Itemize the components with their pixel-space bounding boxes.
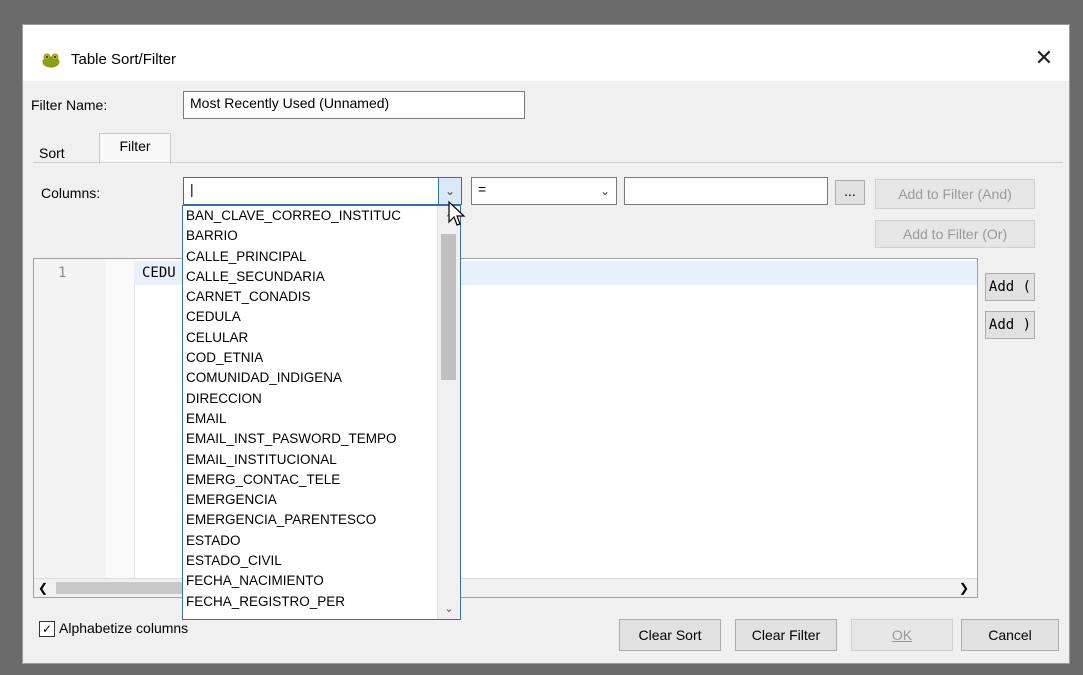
dropdown-option[interactable]: CALLE_SECUNDARIA — [183, 267, 432, 287]
dropdown-option[interactable]: COD_ETNIA — [183, 348, 432, 368]
dropdown-option[interactable]: CALLE_PRINCIPAL — [183, 247, 432, 267]
columns-combo-value: | — [190, 181, 194, 197]
columns-label: Columns: — [41, 185, 101, 201]
line-number-gutter — [34, 259, 106, 597]
dropdown-option[interactable]: ESTADO_CIVIL — [183, 551, 432, 571]
dropdown-option[interactable]: EMAIL_INST_PASWORD_TEMPO — [183, 429, 432, 449]
filter-name-input[interactable]: Most Recently Used (Unnamed) — [183, 91, 525, 119]
dropdown-option[interactable]: BAN_CLAVE_CORREO_INSTITUC — [183, 206, 432, 226]
dropdown-option[interactable]: EMAIL_INSTITUCIONAL — [183, 450, 432, 470]
dropdown-option[interactable]: CELULAR — [183, 328, 432, 348]
filter-editor[interactable]: 1 CEDU ❮ ❯ — [33, 258, 978, 598]
clear-filter-button[interactable]: Clear Filter — [735, 619, 837, 651]
add-open-paren-button[interactable]: Add ( — [985, 273, 1035, 301]
scroll-thumb[interactable] — [441, 234, 456, 380]
chevron-down-icon[interactable]: ⌄ — [594, 178, 616, 204]
fold-margin — [106, 259, 135, 597]
dropdown-option[interactable]: CARNET_CONADIS — [183, 287, 432, 307]
alphabetize-label: Alphabetize columns — [59, 620, 189, 636]
filter-name-value: Most Recently Used (Unnamed) — [190, 95, 390, 111]
scroll-right-icon[interactable]: ❯ — [959, 579, 969, 597]
dropdown-option[interactable]: DIRECCION — [183, 389, 432, 409]
filter-value-input[interactable] — [624, 177, 828, 205]
clear-sort-button[interactable]: Clear Sort — [619, 619, 721, 651]
title-bar: Table Sort/Filter ✕ — [23, 25, 1069, 81]
dropdown-option[interactable]: EMERGENCIA_PARENTESCO — [183, 510, 432, 530]
chevron-down-icon[interactable]: ⌄ — [438, 602, 460, 615]
editor-code-text: CEDU — [142, 265, 176, 281]
add-to-filter-and-button[interactable]: Add to Filter (And) — [875, 179, 1035, 209]
cancel-button[interactable]: Cancel — [961, 619, 1059, 651]
dropdown-option[interactable]: FECHA_REGISTRO_PER — [183, 592, 432, 612]
frog-app-icon — [42, 53, 60, 68]
window-title: Table Sort/Filter — [71, 51, 177, 68]
line-number: 1 — [58, 265, 67, 281]
horizontal-scrollbar[interactable]: ❮ ❯ — [34, 578, 977, 597]
table-sort-filter-dialog: Table Sort/Filter ✕ Filter Name: Most Re… — [22, 24, 1070, 664]
ok-button[interactable]: OK — [851, 619, 953, 651]
close-icon[interactable]: ✕ — [1031, 45, 1057, 71]
tab-filter[interactable]: Filter — [99, 133, 171, 164]
dropdown-option[interactable]: EMERGENCIA — [183, 490, 432, 510]
browse-button[interactable]: ... — [835, 180, 865, 205]
checkbox-box[interactable]: ✓ — [39, 621, 55, 637]
dropdown-option[interactable]: EMERG_CONTAC_TELE — [183, 470, 432, 490]
dropdown-option[interactable]: BARRIO — [183, 226, 432, 246]
dropdown-vertical-scrollbar[interactable]: ⌃ ⌄ — [437, 206, 460, 619]
dropdown-option[interactable]: COMUNIDAD_INDIGENA — [183, 368, 432, 388]
dropdown-option[interactable]: CEDULA — [183, 307, 432, 327]
dropdown-option[interactable]: FECHA_NACIMIENTO — [183, 571, 432, 591]
columns-combo[interactable]: | ⌄ — [183, 177, 462, 205]
add-close-paren-button[interactable]: Add ) — [985, 311, 1035, 339]
dropdown-option[interactable]: ESTADO — [183, 531, 432, 551]
columns-dropdown-list[interactable]: BAN_CLAVE_CORREO_INSTITUC BARRIO CALLE_PRI… — [182, 205, 461, 620]
operator-value: = — [478, 181, 487, 197]
dropdown-option[interactable]: EMAIL — [183, 409, 432, 429]
mouse-cursor-icon — [448, 200, 466, 226]
operator-combo[interactable]: = ⌄ — [471, 177, 617, 205]
dropdown-items: BAN_CLAVE_CORREO_INSTITUC BARRIO CALLE_PRI… — [183, 206, 460, 612]
filter-name-label: Filter Name: — [31, 97, 108, 113]
scroll-left-icon[interactable]: ❮ — [38, 579, 48, 597]
add-to-filter-or-button[interactable]: Add to Filter (Or) — [875, 220, 1035, 248]
